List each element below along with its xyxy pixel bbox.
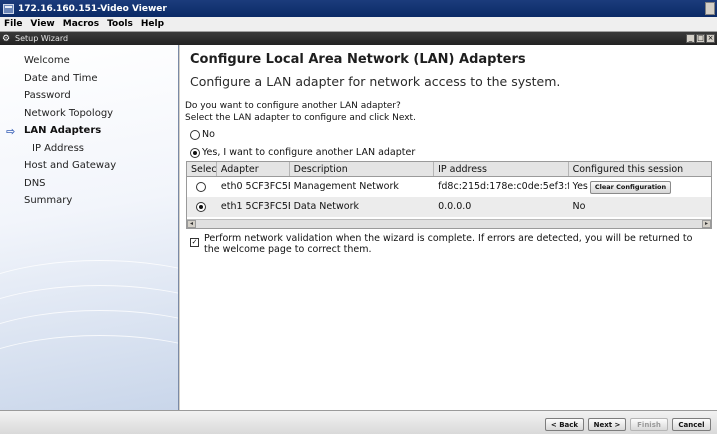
clear-configuration-button[interactable]: Clear Configuration bbox=[589, 180, 672, 194]
scroll-right-icon[interactable]: ▸ bbox=[702, 220, 711, 228]
column-header-description[interactable]: Description bbox=[290, 162, 435, 176]
radio-no-label: No bbox=[202, 129, 215, 140]
wizard-title-bar: ⚙ Setup Wizard _ □ × bbox=[0, 32, 717, 45]
menu-help[interactable]: Help bbox=[137, 19, 168, 29]
back-button[interactable]: < Back bbox=[545, 418, 584, 431]
sidebar-item-lan-adapters[interactable]: ⇨ LAN Adapters bbox=[0, 122, 178, 140]
wizard-footer: < Back Next > Finish Cancel bbox=[0, 410, 717, 434]
sidebar-item-welcome[interactable]: Welcome bbox=[0, 52, 178, 70]
description-cell: Management Network bbox=[293, 181, 399, 192]
sidebar-item-label: Date and Time bbox=[24, 72, 98, 84]
validation-checkbox[interactable]: ✓ bbox=[190, 238, 199, 247]
sidebar-item-host-and-gateway[interactable]: Host and Gateway bbox=[0, 157, 178, 175]
table-header: Select Adapter Description IP address Co… bbox=[187, 162, 711, 177]
sidebar-item-dns[interactable]: DNS bbox=[0, 175, 178, 193]
sidebar-item-label: Host and Gateway bbox=[24, 160, 117, 172]
instruction-text: Select the LAN adapter to configure and … bbox=[185, 113, 416, 123]
sidebar-item-network-topology[interactable]: Network Topology bbox=[0, 105, 178, 123]
sidebar-decoration bbox=[0, 335, 178, 410]
sidebar-item-label: Network Topology bbox=[24, 107, 114, 119]
menu-view[interactable]: View bbox=[26, 19, 58, 29]
configured-value: Yes bbox=[572, 181, 588, 192]
configured-cell: No bbox=[572, 201, 586, 212]
table-row[interactable]: eth1 5CF3FC5E Data Network 0.0.0.0 No bbox=[187, 197, 711, 217]
column-header-configured[interactable]: Configured this session bbox=[569, 162, 711, 176]
radio-yes-label: Yes, I want to configure another LAN ada… bbox=[202, 147, 416, 158]
sidebar-item-label: Password bbox=[24, 90, 71, 102]
validation-option[interactable]: ✓ Perform network validation when the wi… bbox=[190, 233, 710, 255]
viewer-title-bar: 172.16.160.151-Video Viewer bbox=[0, 0, 717, 17]
wizard-content: Configure Local Area Network (LAN) Adapt… bbox=[180, 45, 717, 410]
wizard-title: Setup Wizard bbox=[15, 34, 69, 43]
window-icon bbox=[3, 3, 14, 14]
row-select-radio[interactable] bbox=[195, 202, 206, 212]
viewer-title: 172.16.160.151-Video Viewer bbox=[18, 3, 167, 14]
sidebar-item-label: LAN Adapters bbox=[24, 125, 102, 137]
table-horizontal-scrollbar[interactable]: ◂ ▸ bbox=[187, 219, 711, 228]
validation-label: Perform network validation when the wiza… bbox=[204, 233, 693, 255]
wizard-sidebar: Welcome Date and Time Password Network T… bbox=[0, 45, 179, 410]
sidebar-item-date-and-time[interactable]: Date and Time bbox=[0, 70, 178, 88]
next-button[interactable]: Next > bbox=[588, 418, 626, 431]
cancel-button[interactable]: Cancel bbox=[672, 418, 711, 431]
sidebar-nav: Welcome Date and Time Password Network T… bbox=[0, 52, 178, 210]
menu-bar: File View Macros Tools Help bbox=[0, 17, 717, 32]
radio-yes-option[interactable]: Yes, I want to configure another LAN ada… bbox=[190, 147, 415, 158]
sidebar-item-label: IP Address bbox=[32, 142, 84, 154]
finish-button[interactable]: Finish bbox=[630, 418, 668, 431]
question-text: Do you want to configure another LAN ada… bbox=[185, 101, 401, 111]
close-icon[interactable]: × bbox=[706, 34, 715, 43]
row-select-cell bbox=[187, 177, 217, 197]
menu-macros[interactable]: Macros bbox=[59, 19, 103, 29]
radio-no[interactable] bbox=[190, 129, 200, 140]
ip-address-cell: 0.0.0.0 bbox=[438, 201, 472, 212]
lan-adapter-table: Select Adapter Description IP address Co… bbox=[186, 161, 712, 229]
radio-no-option[interactable]: No bbox=[190, 129, 215, 140]
scroll-left-icon[interactable]: ◂ bbox=[187, 220, 196, 228]
row-select-radio[interactable] bbox=[195, 182, 206, 192]
minimize-icon[interactable]: _ bbox=[686, 34, 695, 43]
sidebar-item-label: Welcome bbox=[24, 55, 70, 67]
window-controls: _ □ × bbox=[686, 34, 715, 43]
column-header-ip-address[interactable]: IP address bbox=[434, 162, 569, 176]
configured-cell: Yes Clear Configuration bbox=[569, 177, 711, 197]
maximize-icon[interactable]: □ bbox=[696, 34, 705, 43]
sidebar-item-password[interactable]: Password bbox=[0, 87, 178, 105]
description-cell: Data Network bbox=[293, 201, 359, 212]
page-title: Configure Local Area Network (LAN) Adapt… bbox=[190, 52, 526, 67]
page-subtitle: Configure a LAN adapter for network acce… bbox=[190, 74, 561, 89]
sidebar-item-summary[interactable]: Summary bbox=[0, 192, 178, 210]
row-select-cell bbox=[187, 197, 217, 217]
wizard-icon: ⚙ bbox=[2, 33, 11, 44]
title-scroll-control[interactable] bbox=[705, 2, 715, 15]
sidebar-item-ip-address[interactable]: IP Address bbox=[0, 140, 178, 158]
sidebar-item-label: DNS bbox=[24, 177, 46, 189]
radio-yes[interactable] bbox=[190, 147, 200, 158]
column-header-select[interactable]: Select bbox=[187, 162, 217, 176]
ip-address-cell: fd8c:215d:178e:c0de:5ef3:fc bbox=[438, 181, 569, 192]
sidebar-item-label: Summary bbox=[24, 195, 73, 207]
table-row[interactable]: eth0 5CF3FC5E Management Network fd8c:21… bbox=[187, 177, 711, 197]
adapter-cell: eth0 5CF3FC5E bbox=[220, 181, 290, 192]
column-header-adapter[interactable]: Adapter bbox=[217, 162, 290, 176]
menu-tools[interactable]: Tools bbox=[103, 19, 137, 29]
adapter-cell: eth1 5CF3FC5E bbox=[220, 201, 290, 212]
menu-file[interactable]: File bbox=[0, 19, 26, 29]
current-step-arrow-icon: ⇨ bbox=[6, 125, 16, 138]
